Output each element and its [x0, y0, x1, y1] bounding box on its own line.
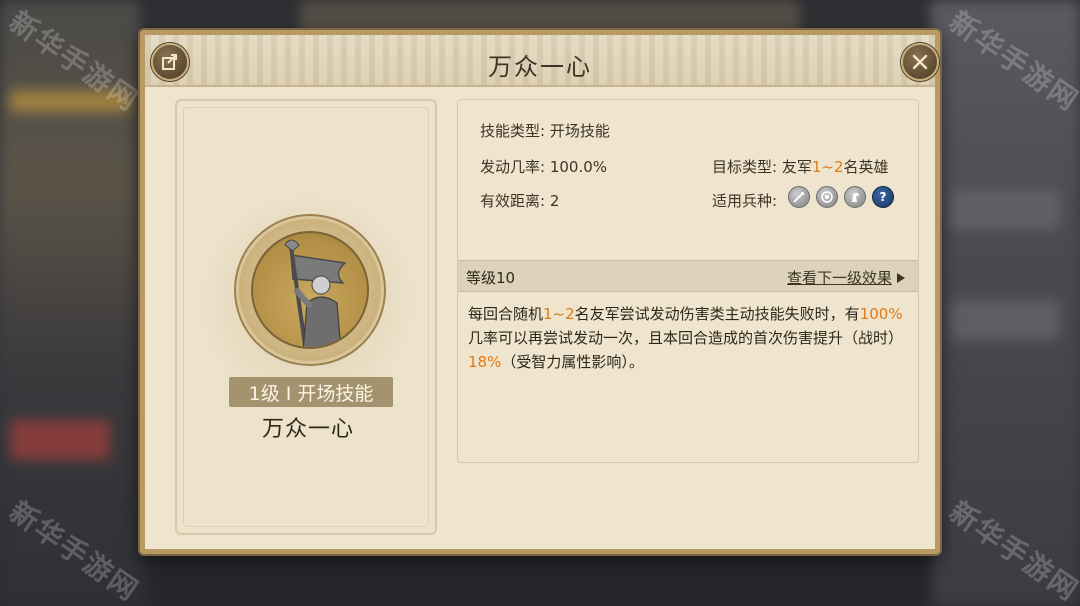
skill-dialog: 万众一心 1级 I 开场技能 万众一心 技能类型: 开场技能 发动几率: 100… — [140, 30, 940, 554]
next-level-label: 查看下一级效果 — [786, 269, 892, 287]
target-type: 目标类型: 友军1~2名英雄 — [712, 156, 889, 177]
skill-type: 技能类型: 开场技能 — [480, 122, 610, 140]
next-level-link[interactable]: 查看下一级效果 — [787, 267, 906, 288]
skill-level-badge: 1级 I 开场技能 — [229, 377, 393, 407]
banner-warrior-icon — [284, 239, 347, 347]
level-bar: 等级10 查看下一级效果 — [458, 260, 918, 292]
skill-card: 1级 I 开场技能 万众一心 — [175, 99, 437, 535]
dialog-header: 万众一心 — [145, 35, 939, 87]
target-icon — [816, 186, 838, 208]
close-icon — [912, 54, 928, 70]
skill-level: 等级10 — [466, 269, 516, 287]
troop-type-icons: ? — [788, 186, 894, 208]
target-type-suffix: 名英雄 — [843, 158, 889, 176]
horse-icon — [844, 186, 866, 208]
skill-name: 万众一心 — [261, 417, 354, 442]
troop-type-label: 适用兵种: — [712, 192, 778, 210]
sword-icon — [788, 186, 810, 208]
share-icon — [162, 54, 177, 70]
effective-range: 有效距离: 2 — [480, 192, 560, 210]
dialog-title: 万众一心 — [488, 53, 592, 81]
skill-description: 每回合随机1~2名友军尝试发动伤害类主动技能失败时，有100%几率可以再尝试发动… — [468, 305, 904, 371]
skill-info-panel: 技能类型: 开场技能 发动几率: 100.0% 目标类型: 友军1~2名英雄 有… — [457, 99, 919, 463]
close-button[interactable] — [901, 43, 939, 81]
skill-portrait — [251, 231, 369, 349]
background-bottom — [150, 560, 930, 606]
skill-medallion — [239, 219, 381, 361]
trigger-rate: 发动几率: 100.0% — [480, 158, 608, 176]
question-icon[interactable]: ? — [872, 186, 894, 208]
arrow-right-icon — [897, 272, 905, 283]
share-button[interactable] — [151, 43, 189, 81]
target-type-prefix: 目标类型: 友军 — [712, 158, 812, 176]
target-count: 1~2 — [811, 158, 844, 176]
